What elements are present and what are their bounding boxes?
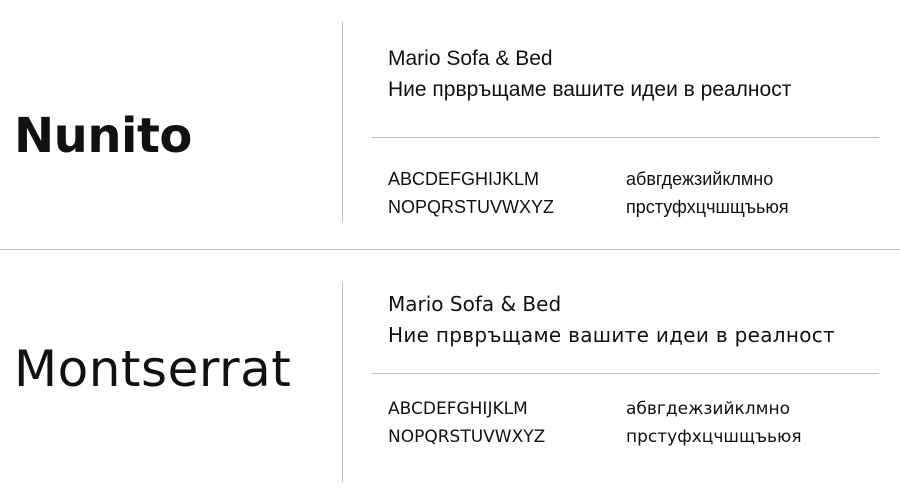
inner-divider-montserrat: [372, 373, 879, 374]
latin-uppercase-glyphs-montserrat: ABCDEFGHIJKLM NOPQRSTUVWXYZ: [388, 395, 545, 451]
cyrillic-lowercase-line-2: прстуфхцчшщъьюя: [626, 197, 789, 217]
cyrillic-lowercase-line-2: прстуфхцчшщъьюя: [626, 427, 802, 447]
vertical-divider-montserrat: [342, 282, 343, 482]
cyrillic-lowercase-line-1: абвгдежзийклмно: [626, 169, 774, 189]
slogan-sample-nunito: Ние првръщаме вашите идеи в реалност: [388, 78, 792, 101]
cyrillic-lowercase-glyphs-nunito: абвгдежзийклмно прстуфхцчшщъьюя: [626, 165, 789, 221]
latin-uppercase-line-1: ABCDEFGHIJKLM: [388, 399, 528, 419]
brand-name-sample-nunito: Mario Sofa & Bed: [388, 47, 553, 70]
latin-uppercase-line-2: NOPQRSTUVWXYZ: [388, 427, 546, 447]
section-divider: [0, 249, 900, 250]
font-name-montserrat: Montserrat: [14, 340, 292, 398]
cyrillic-lowercase-line-1: абвгдежзийклмно: [626, 399, 790, 419]
latin-uppercase-line-1: ABCDEFGHIJKLM: [388, 169, 540, 189]
font-name-nunito: Nunito: [14, 108, 192, 164]
inner-divider-nunito: [372, 137, 879, 138]
brand-name-sample-montserrat: Mario Sofa & Bed: [388, 292, 562, 316]
slogan-sample-montserrat: Ние првръщаме вашите идеи в реалност: [388, 323, 836, 347]
font-specimen-page: Nunito Mario Sofa & Bed Ние првръщаме ва…: [0, 0, 900, 500]
vertical-divider-nunito: [342, 22, 343, 222]
latin-uppercase-glyphs-nunito: ABCDEFGHIJKLM NOPQRSTUVWXYZ: [388, 165, 554, 221]
latin-uppercase-line-2: NOPQRSTUVWXYZ: [388, 197, 555, 217]
cyrillic-lowercase-glyphs-montserrat: абвгдежзийклмно прстуфхцчшщъьюя: [626, 395, 802, 451]
